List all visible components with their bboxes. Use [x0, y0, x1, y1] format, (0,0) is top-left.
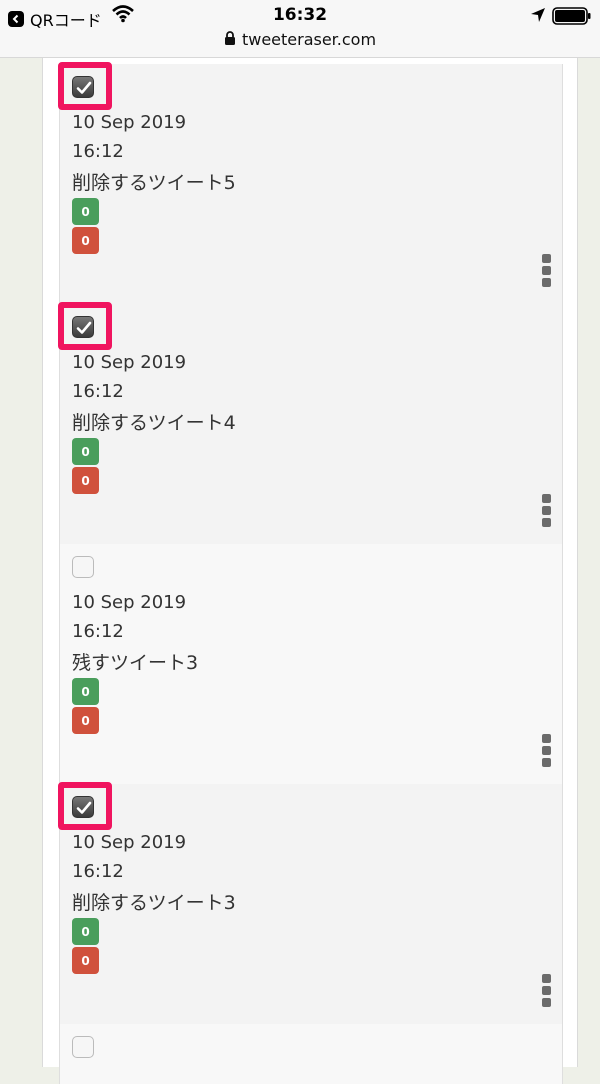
check-icon	[76, 801, 92, 814]
retweet-count-badge: 0	[72, 467, 99, 494]
check-icon	[76, 321, 92, 334]
tweet-item: 10 Sep 2019 16:12 削除するツイート3 0 0	[58, 782, 562, 1024]
like-count-badge: 0	[72, 678, 99, 705]
vertical-dots-icon[interactable]	[542, 734, 552, 768]
tweet-time: 16:12	[72, 621, 124, 642]
like-count-badge: 0	[72, 438, 99, 465]
tweet-date: 10 Sep 2019	[72, 832, 187, 853]
location-arrow-icon	[530, 7, 546, 27]
vertical-dots-icon[interactable]	[542, 494, 552, 528]
tweet-time: 16:12	[72, 861, 124, 882]
tweet-checkbox[interactable]	[72, 76, 94, 98]
tweet-date: 10 Sep 2019	[72, 592, 187, 613]
tweet-time: 16:12	[72, 141, 124, 162]
retweet-count-badge: 0	[72, 227, 99, 254]
address-bar[interactable]: tweeteraser.com	[0, 30, 600, 49]
tweet-text: 削除するツイート5	[72, 172, 236, 194]
like-count-badge: 0	[72, 918, 99, 945]
tweet-text: 削除するツイート3	[72, 892, 236, 914]
tweet-checkbox[interactable]	[72, 796, 94, 818]
page-content: 10 Sep 2019 16:12 削除するツイート5 0 0 10 Sep 2…	[42, 58, 578, 1084]
tweet-checkbox[interactable]	[72, 556, 94, 578]
tweet-date: 10 Sep 2019	[72, 112, 187, 133]
tweet-item: 10 Sep 2019 16:12 削除するツイート4 0 0	[58, 302, 562, 544]
tweet-item: 10 Sep 2019 16:12 削除するツイート5 0 0	[58, 62, 562, 304]
tweet-checkbox[interactable]	[72, 1036, 94, 1058]
tweet-item: 10 Sep 2019 16:12 残すツイート3 0 0	[60, 544, 562, 784]
vertical-dots-icon[interactable]	[542, 254, 552, 288]
url-text: tweeteraser.com	[241, 30, 377, 49]
status-bar: QRコード 16:32 tweeteraser.com	[0, 0, 600, 58]
tweet-checkbox[interactable]	[72, 316, 94, 338]
tweet-text: 削除するツイート4	[72, 412, 236, 434]
tweet-list: 10 Sep 2019 16:12 削除するツイート5 0 0 10 Sep 2…	[58, 62, 563, 1084]
tweet-time: 16:12	[72, 381, 124, 402]
retweet-count-badge: 0	[72, 707, 99, 734]
like-count-badge: 0	[72, 198, 99, 225]
clock-time: 16:32	[272, 5, 328, 25]
retweet-count-badge: 0	[72, 947, 99, 974]
check-icon	[76, 81, 92, 94]
vertical-dots-icon[interactable]	[542, 974, 552, 1008]
battery-icon	[552, 7, 592, 29]
tweet-item	[60, 1024, 562, 1084]
lock-icon	[224, 30, 236, 49]
tweet-text: 残すツイート3	[72, 652, 199, 674]
tweet-date: 10 Sep 2019	[72, 352, 187, 373]
